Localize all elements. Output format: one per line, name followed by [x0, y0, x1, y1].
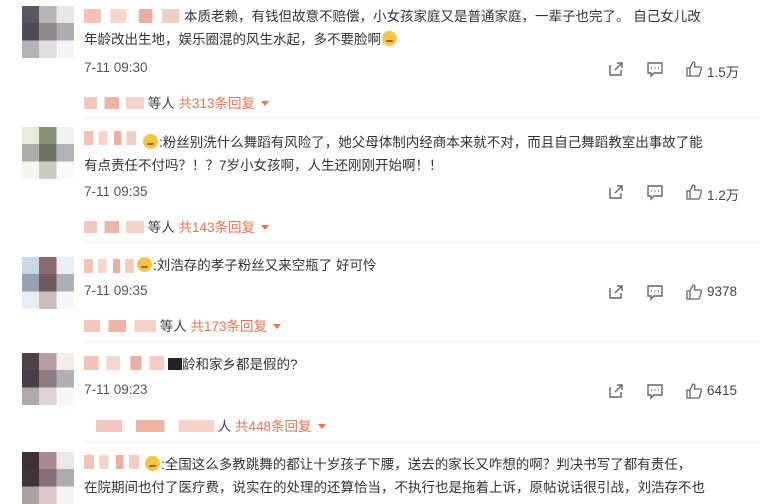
avatar[interactable] — [22, 452, 74, 504]
divider — [84, 242, 760, 243]
divider — [84, 442, 760, 443]
emoji-icon — [382, 31, 397, 46]
chevron-down-icon — [273, 324, 282, 329]
reply-usernames — [84, 320, 156, 332]
like-count: 1.2万 — [707, 188, 740, 203]
comment-icon[interactable] — [646, 59, 664, 79]
share-icon[interactable] — [607, 381, 625, 401]
comment-text: :刘浩存的孝子粉丝又来空瓶了 好可怜 — [84, 254, 744, 277]
like-count: 6415 — [707, 383, 738, 398]
avatar[interactable] — [22, 127, 74, 179]
comment-text: 龄和家乡都是假的? — [84, 353, 744, 376]
avatar[interactable] — [22, 6, 74, 58]
comment-icon[interactable] — [646, 381, 664, 401]
comment-text: :粉丝别洗什么舞蹈有风险了，她父母体制内经商本来就不对，而且自己舞蹈教室出事故了… — [84, 134, 703, 173]
thumbs-up-icon[interactable] — [685, 282, 703, 302]
comment-text: :全国这么多教跳舞的都让十岁孩子下腰，送去的家长又咋想的啊？判决书写了都有责任，… — [84, 456, 705, 495]
like-count: 1.5万 — [707, 65, 740, 80]
replies-link[interactable]: 等人 共173条回复 — [84, 315, 282, 335]
share-icon[interactable] — [607, 59, 625, 79]
emoji-icon — [143, 134, 158, 149]
timestamp: 7-11 09:35 — [84, 184, 148, 199]
divider — [84, 117, 760, 118]
chevron-down-icon — [261, 101, 270, 106]
emoji-icon — [145, 456, 160, 471]
share-icon[interactable] — [607, 182, 625, 202]
share-icon[interactable] — [607, 282, 625, 302]
avatar[interactable] — [22, 257, 74, 309]
chevron-down-icon — [317, 424, 326, 429]
avatar[interactable] — [22, 353, 74, 405]
timestamp: 7-11 09:35 — [84, 283, 148, 298]
timestamp: 7-11 09:30 — [84, 60, 148, 75]
divider — [84, 341, 760, 342]
emoji-icon — [137, 257, 152, 272]
replies-link[interactable]: 等人 共143条回复 — [84, 216, 270, 236]
comment-text: 本质老赖，有钱但故意不赔偿，小女孩家庭又是普通家庭，一辈子也完了。 自己女儿改 … — [84, 9, 701, 47]
timestamp: 7-11 09:23 — [84, 382, 148, 397]
thumbs-up-icon[interactable] — [685, 182, 703, 202]
reply-usernames — [84, 221, 144, 233]
thumbs-up-icon[interactable] — [685, 59, 703, 79]
replies-link[interactable]: 等人 共313条回复 — [84, 92, 270, 112]
thumbs-up-icon[interactable] — [685, 381, 703, 401]
reply-usernames — [84, 97, 144, 109]
like-count: 9378 — [707, 284, 738, 299]
comment-icon[interactable] — [646, 282, 664, 302]
reply-usernames — [96, 420, 214, 432]
comment-icon[interactable] — [646, 182, 664, 202]
chevron-down-icon — [261, 225, 270, 230]
replies-link[interactable]: 人 共448条回复 — [96, 415, 326, 435]
